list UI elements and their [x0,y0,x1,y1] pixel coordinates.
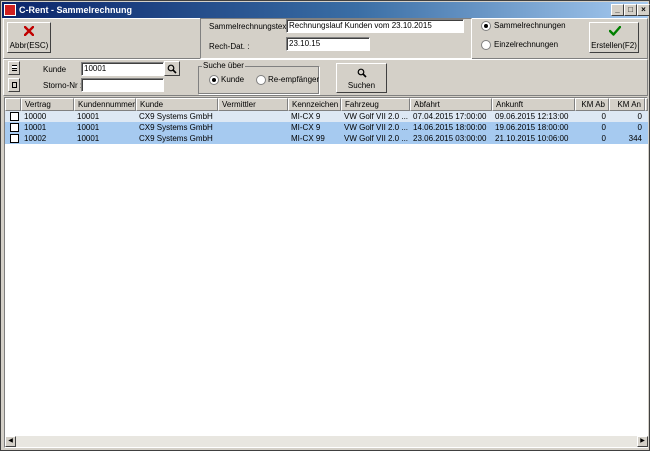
table-header[interactable]: Kennzeichen [288,98,341,111]
cell-plate: MI-CX 9 [291,123,321,132]
table-header-check[interactable] [5,98,21,111]
row-checkbox[interactable] [10,134,19,143]
cell-arrival: 09.06.2015 12:13:00 [495,112,569,121]
single-invoice-label: Einzelrechnungen [494,40,559,49]
cell-vehicle: VW Golf VII 2.0 ... [344,112,409,121]
customer-lookup-button[interactable] [164,61,180,76]
cell-contract: 10000 [24,112,47,121]
cell-customer-number: 10001 [77,134,100,143]
search-icon [357,68,367,78]
cell-contract: 10002 [24,134,47,143]
table-header[interactable]: Kunde [136,98,218,111]
cell-arrival: 21.10.2015 10:06:00 [495,134,569,143]
cancel-icon [24,26,34,36]
view-toggle-button-2[interactable] [8,78,20,92]
create-button[interactable]: Erstellen(F2) [589,22,639,53]
table-header[interactable]: Abfahrt [410,98,492,111]
scroll-right-arrow-icon[interactable]: ▶ [637,436,648,447]
row-checkbox[interactable] [10,123,19,132]
cell-km-end: 0 [637,123,642,132]
search-by-label: Suche über [202,61,245,70]
cell-departure: 14.06.2015 18:00:00 [413,123,487,132]
customer-field[interactable]: 10001 [81,62,164,76]
scroll-left-arrow-icon[interactable]: ◀ [5,436,16,447]
cell-vehicle: VW Golf VII 2.0 ... [344,123,409,132]
invoice-text-label: Sammelrechnungstext : [209,22,294,31]
cell-agent [218,133,288,144]
close-window-button[interactable]: × [637,4,650,16]
cell-km-end: 344 [628,134,642,143]
magnifier-icon [167,64,177,74]
cell-plate: MI-CX 9 [291,112,321,121]
frame-icon [12,82,17,88]
customer-label: Kunde [43,65,67,74]
collective-invoice-radio[interactable] [481,21,491,31]
checkmark-icon [609,26,621,36]
table-row[interactable]: 10002 10001 CX9 Systems GmbH MI-CX 99 VW… [5,133,648,144]
cell-km-start: 0 [601,134,606,143]
cell-arrival: 19.06.2015 18:00:00 [495,123,569,132]
storno-field[interactable] [81,78,164,92]
search-label: Suchen [347,81,376,90]
table-header[interactable]: Ankunft [492,98,575,111]
cancel-button[interactable]: Abbr(ESC) [7,22,51,53]
view-toggle-button-1[interactable] [8,61,20,75]
cell-agent [218,122,288,133]
table-header[interactable]: Vertrag [21,98,74,111]
table-header-filler [645,98,648,111]
cell-vehicle: VW Golf VII 2.0 ... [344,134,409,143]
minimize-button[interactable]: _ [611,4,624,16]
search-recipient-label: Re-empfänger [268,75,320,84]
cell-customer-number: 10001 [77,123,100,132]
cell-customer-number: 10001 [77,112,100,121]
window-title: C-Rent - Sammelrechnung [19,5,133,15]
table-header[interactable]: Vermittler [218,98,288,111]
cell-contract: 10001 [24,123,47,132]
cell-customer: CX9 Systems GmbH [139,134,213,143]
main-window: C-Rent - Sammelrechnung _ □ × Abbr(ESC) … [0,0,650,451]
invoice-date-field[interactable]: 23.10.15 [286,37,370,51]
cell-km-start: 0 [601,123,606,132]
cell-plate: MI-CX 99 [291,134,325,143]
list-icon [12,65,17,71]
create-label: Erstellen(F2) [591,41,637,50]
cell-km-start: 0 [601,112,606,121]
invoice-date-label: Rech-Dat. : [209,42,250,51]
search-customer-label: Kunde [221,75,245,84]
collective-invoice-label: Sammelrechnungen [494,21,566,30]
table-header[interactable]: Kundennummer [74,98,136,111]
cell-departure: 07.04.2015 17:00:00 [413,112,487,121]
single-invoice-radio[interactable] [481,40,491,50]
cancel-label: Abbr(ESC) [9,41,49,50]
search-recipient-radio[interactable] [256,75,266,85]
cell-departure: 23.06.2015 03:00:00 [413,134,487,143]
cell-agent [218,111,288,122]
cell-customer: CX9 Systems GmbH [139,123,213,132]
storno-label: Storno-Nr : [43,81,83,90]
maximize-button[interactable]: □ [624,4,637,16]
table-header[interactable]: KM An [609,98,645,111]
cell-km-end: 0 [637,112,642,121]
contracts-table[interactable]: Vertrag Kundennummer Kunde Vermittler Ke… [4,97,648,448]
table-header[interactable]: Fahrzeug [341,98,410,111]
table-header[interactable]: KM Ab [575,98,609,111]
table-row[interactable]: 10001 10001 CX9 Systems GmbH MI-CX 9 VW … [5,122,648,133]
table-row[interactable]: 10000 10001 CX9 Systems GmbH MI-CX 9 VW … [5,111,648,122]
horizontal-scrollbar[interactable]: ◀ ▶ [5,436,648,447]
search-button[interactable]: Suchen [336,63,387,93]
title-bar: C-Rent - Sammelrechnung _ □ × [2,2,650,18]
invoice-text-field[interactable]: Rechnungslauf Kunden vom 23.10.2015 [286,19,464,33]
row-checkbox[interactable] [10,112,19,121]
search-customer-radio[interactable] [209,75,219,85]
cell-customer: CX9 Systems GmbH [139,112,213,121]
app-icon [4,4,16,16]
